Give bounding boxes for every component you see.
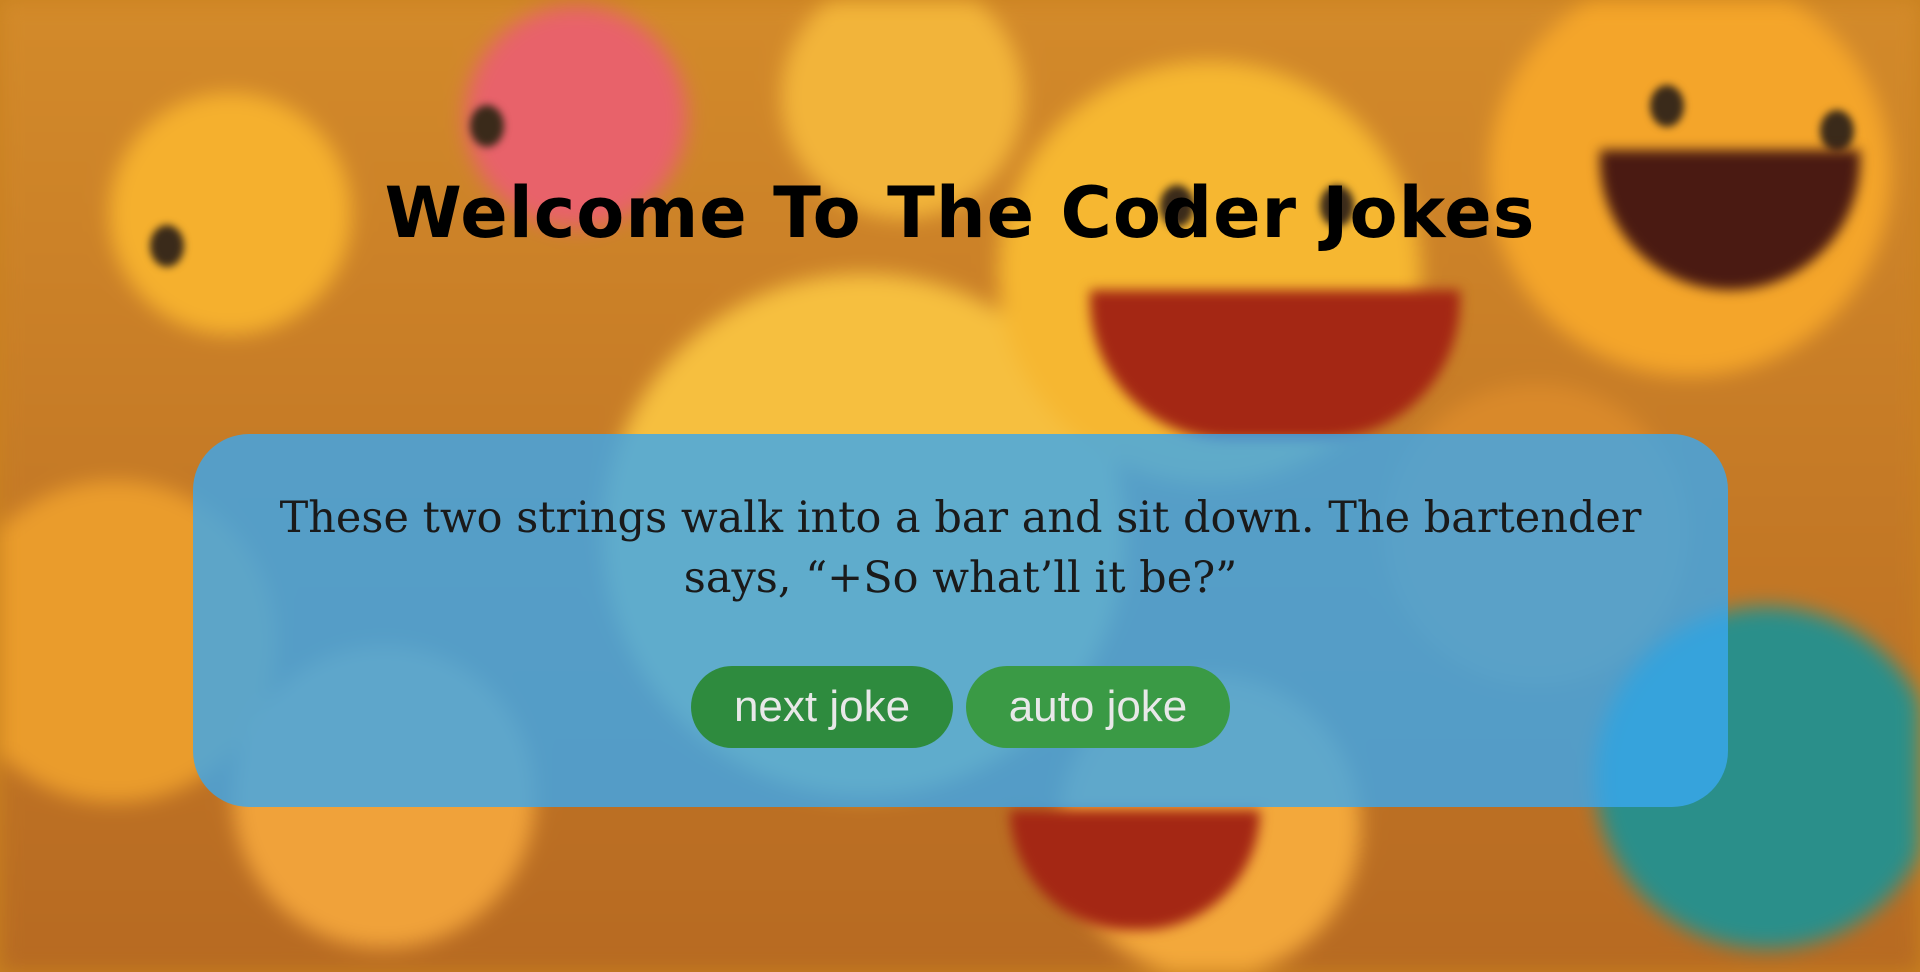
page: Welcome To The Coder Jokes These two str… xyxy=(0,0,1920,972)
joke-text: These two strings walk into a bar and si… xyxy=(279,493,1642,603)
joke-card: These two strings walk into a bar and si… xyxy=(193,434,1728,807)
auto-joke-button[interactable]: auto joke xyxy=(966,666,1230,748)
next-joke-button[interactable]: next joke xyxy=(691,666,953,748)
background-decoration xyxy=(1650,85,1684,127)
page-title: Welcome To The Coder Jokes xyxy=(384,172,1536,254)
button-row: next joke auto joke xyxy=(193,666,1728,748)
background-decoration xyxy=(1820,110,1854,152)
background-decoration xyxy=(470,105,504,147)
